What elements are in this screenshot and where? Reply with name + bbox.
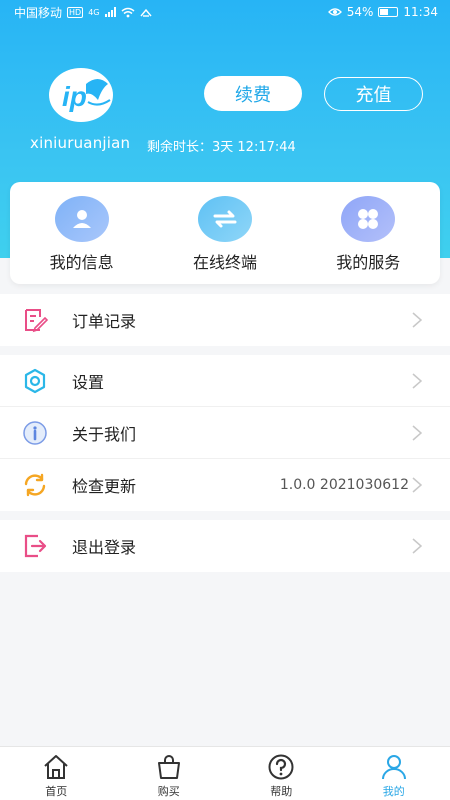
chevron-right-icon (412, 312, 423, 328)
menu-item-settings[interactable]: 设置 (0, 355, 450, 407)
status-left: 中国移动 HD 4G (14, 4, 152, 21)
username: xiniuruanjian (30, 134, 131, 152)
chevron-right-icon (412, 477, 423, 493)
menu-item-logout[interactable]: 退出登录 (0, 520, 450, 572)
menu-item-label: 检查更新 (72, 477, 137, 496)
quick-menu-label: 在线终端 (192, 253, 257, 272)
profile-icon (381, 755, 406, 780)
recharge-button[interactable]: 充值 (324, 77, 423, 111)
app-version: 1.0.0 2021030612 (279, 477, 409, 493)
battery-icon (378, 7, 399, 17)
chevron-right-icon (412, 425, 423, 441)
quick-menu-my-info[interactable]: 我的信息 (17, 196, 147, 284)
battery-percent: 54% (346, 5, 374, 19)
network-badge: HD (67, 6, 84, 18)
shopping-bag-icon (157, 755, 180, 779)
svg-text:ip: ip (62, 81, 87, 112)
quick-menu-my-services[interactable]: 我的服务 (303, 196, 433, 284)
tab-help[interactable]: 帮助 (225, 747, 338, 800)
status-bar: 中国移动 HD 4G 54% 11:34 (0, 0, 450, 24)
remaining-time: 剩余时长：3天 12:17:44 (147, 140, 296, 155)
info-icon (23, 421, 47, 445)
menu-group-settings: 设置 关于我们 检查更新 1.0.0 2021030612 (0, 355, 450, 511)
bottom-tab-bar: 首页 购买 帮助 我的 (0, 746, 450, 800)
notification-icon (139, 8, 152, 17)
eye-icon (327, 8, 342, 16)
quick-menu-online-devices[interactable]: 在线终端 (160, 196, 290, 284)
tab-buy[interactable]: 购买 (113, 747, 226, 800)
tab-label: 我的 (382, 785, 405, 798)
tab-label: 首页 (45, 785, 68, 798)
tab-label: 帮助 (270, 785, 293, 798)
menu-item-label: 退出登录 (72, 538, 137, 557)
tab-home[interactable]: 首页 (0, 747, 113, 800)
quick-menu-label: 我的信息 (49, 253, 114, 272)
help-icon (268, 754, 294, 780)
signal-type: 4G (88, 7, 100, 17)
status-right: 54% 11:34 (327, 5, 438, 19)
menu-group-logout: 退出登录 (0, 520, 450, 572)
menu-item-check-update[interactable]: 检查更新 1.0.0 2021030612 (0, 459, 450, 511)
quick-menu-label: 我的服务 (336, 253, 401, 272)
tab-label: 购买 (157, 785, 180, 798)
home-icon (44, 755, 68, 779)
quick-menu-card: 我的信息 在线终端 我的服务 (10, 182, 440, 284)
wifi-icon (121, 7, 134, 17)
clover-icon (341, 196, 396, 242)
chevron-right-icon (412, 538, 423, 554)
menu-item-orders[interactable]: 订单记录 (0, 294, 450, 346)
logo-icon: ip (49, 68, 113, 122)
menu-item-label: 设置 (72, 372, 105, 392)
carrier-label: 中国移动 (14, 5, 63, 20)
order-icon (25, 309, 48, 333)
chevron-right-icon (412, 373, 423, 389)
renew-button[interactable]: 续费 (204, 76, 302, 111)
user-icon (54, 196, 109, 242)
menu-group-orders: 订单记录 (0, 294, 450, 346)
logout-icon (24, 534, 47, 558)
refresh-icon (24, 473, 46, 497)
menu-item-label: 订单记录 (72, 312, 137, 331)
settings-icon (24, 368, 46, 394)
status-time: 11:34 (403, 5, 438, 19)
signal-icon (104, 7, 116, 17)
swap-arrows-icon (197, 196, 252, 242)
tab-mine[interactable]: 我的 (338, 747, 450, 800)
menu-item-label: 关于我们 (72, 424, 137, 444)
menu-item-about[interactable]: 关于我们 (0, 407, 450, 459)
